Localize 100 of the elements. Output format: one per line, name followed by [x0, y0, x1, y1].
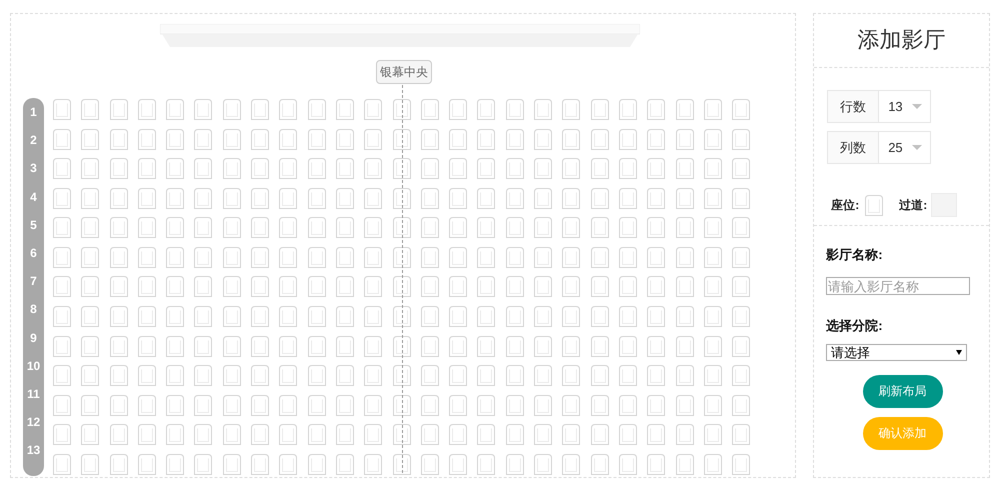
seat-icon[interactable] — [532, 246, 554, 268]
seat-icon[interactable] — [334, 334, 356, 357]
seat-icon[interactable] — [560, 128, 582, 150]
seat-icon[interactable] — [560, 364, 582, 386]
seat-icon[interactable] — [730, 186, 752, 209]
seat-icon[interactable] — [702, 305, 724, 328]
seat-icon[interactable] — [362, 364, 384, 386]
seat-icon[interactable] — [306, 275, 328, 298]
seat-icon[interactable] — [362, 394, 384, 416]
seat-icon[interactable] — [532, 453, 554, 476]
seat-icon[interactable] — [277, 364, 300, 386]
seat-icon[interactable] — [220, 186, 243, 209]
seat-icon[interactable] — [334, 246, 356, 268]
seat-icon[interactable] — [674, 216, 696, 238]
seat-icon[interactable] — [306, 334, 328, 357]
seat-icon[interactable] — [475, 394, 498, 416]
seat-icon[interactable] — [192, 157, 214, 180]
seat-icon[interactable] — [277, 98, 300, 120]
seat-icon[interactable] — [418, 246, 441, 268]
seat-icon[interactable] — [306, 453, 328, 476]
seat-icon[interactable] — [277, 334, 300, 357]
seat-icon[interactable] — [164, 128, 186, 150]
seat-icon[interactable] — [702, 364, 724, 386]
seat-icon[interactable] — [334, 364, 356, 386]
seat-icon[interactable] — [702, 157, 724, 180]
seat-icon[interactable] — [79, 246, 102, 268]
seat-icon[interactable] — [616, 364, 639, 386]
seat-icon[interactable] — [730, 394, 752, 416]
seat-icon[interactable] — [220, 157, 243, 180]
seat-icon[interactable] — [560, 423, 582, 446]
seat-icon[interactable] — [645, 98, 668, 120]
seat-icon[interactable] — [51, 453, 73, 476]
seat-icon[interactable] — [277, 128, 300, 150]
seat-icon[interactable] — [306, 128, 328, 150]
seat-icon[interactable] — [249, 305, 272, 328]
seat-icon[interactable] — [51, 98, 73, 120]
seat-icon[interactable] — [306, 246, 328, 268]
seat-icon[interactable] — [475, 98, 498, 120]
seat-icon[interactable] — [645, 453, 668, 476]
seat-icon[interactable] — [588, 275, 611, 298]
seat-icon[interactable] — [560, 275, 582, 298]
seat-icon[interactable] — [447, 157, 470, 180]
seat-icon[interactable] — [136, 394, 158, 416]
seat-icon[interactable] — [249, 334, 272, 357]
seat-icon[interactable] — [362, 305, 384, 328]
seat-icon[interactable] — [730, 423, 752, 446]
seat-icon[interactable] — [504, 364, 526, 386]
seat-icon[interactable] — [136, 186, 158, 209]
seat-icon[interactable] — [730, 157, 752, 180]
seat-icon[interactable] — [192, 364, 214, 386]
seat-icon[interactable] — [108, 334, 130, 357]
seat-icon[interactable] — [532, 364, 554, 386]
seat-icon[interactable] — [334, 305, 356, 328]
seat-icon[interactable] — [418, 275, 441, 298]
seat-icon[interactable] — [192, 305, 214, 328]
seat-icon[interactable] — [588, 334, 611, 357]
seat-icon[interactable] — [730, 246, 752, 268]
seat-icon[interactable] — [447, 334, 470, 357]
seat-icon[interactable] — [164, 157, 186, 180]
seat-icon[interactable] — [616, 453, 639, 476]
seat-icon[interactable] — [306, 157, 328, 180]
seat-icon[interactable] — [560, 334, 582, 357]
seat-icon[interactable] — [645, 275, 668, 298]
seat-icon[interactable] — [108, 275, 130, 298]
seat-icon[interactable] — [702, 128, 724, 150]
seat-icon[interactable] — [674, 246, 696, 268]
seat-icon[interactable] — [702, 186, 724, 209]
branch-dropdown[interactable]: 请选择 — [826, 344, 968, 361]
seat-icon[interactable] — [136, 334, 158, 357]
seat-icon[interactable] — [418, 186, 441, 209]
seat-icon[interactable] — [674, 305, 696, 328]
seat-icon[interactable] — [532, 216, 554, 238]
seat-icon[interactable] — [418, 157, 441, 180]
seat-icon[interactable] — [504, 186, 526, 209]
seat-icon[interactable] — [51, 216, 73, 238]
seat-icon[interactable] — [249, 364, 272, 386]
seat-icon[interactable] — [192, 246, 214, 268]
seat-icon[interactable] — [504, 128, 526, 150]
seat-icon[interactable] — [108, 246, 130, 268]
seat-icon[interactable] — [108, 186, 130, 209]
seat-icon[interactable] — [334, 157, 356, 180]
seat-icon[interactable] — [108, 364, 130, 386]
seat-icon[interactable] — [334, 98, 356, 120]
hall-name-field[interactable]: 请输入影厅名称 — [826, 277, 970, 295]
seat-icon[interactable] — [220, 98, 243, 120]
seat-icon[interactable] — [588, 157, 611, 180]
seat-icon[interactable] — [192, 128, 214, 150]
seat-icon[interactable] — [390, 216, 413, 238]
seat-icon[interactable] — [390, 453, 413, 476]
seat-icon[interactable] — [532, 423, 554, 446]
seat-icon[interactable] — [164, 275, 186, 298]
seat-icon[interactable] — [192, 394, 214, 416]
seat-icon[interactable] — [277, 423, 300, 446]
seat-icon[interactable] — [532, 186, 554, 209]
seat-icon[interactable] — [79, 98, 102, 120]
seat-icon[interactable] — [390, 275, 413, 298]
seat-icon[interactable] — [164, 246, 186, 268]
seat-icon[interactable] — [220, 334, 243, 357]
seat-icon[interactable] — [447, 364, 470, 386]
seat-icon[interactable] — [674, 453, 696, 476]
